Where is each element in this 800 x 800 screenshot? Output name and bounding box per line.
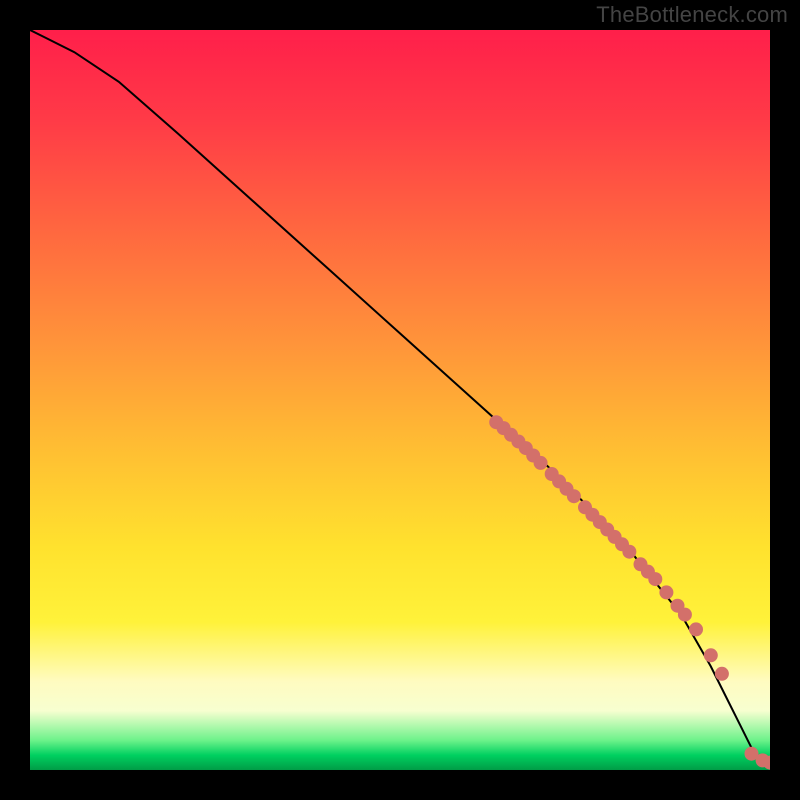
curve-line	[30, 30, 770, 763]
data-marker	[534, 456, 548, 470]
line-series	[30, 30, 770, 763]
data-marker	[704, 648, 718, 662]
data-marker	[659, 585, 673, 599]
watermark-text: TheBottleneck.com	[596, 2, 788, 28]
data-marker	[648, 572, 662, 586]
data-marker	[622, 545, 636, 559]
data-marker	[567, 489, 581, 503]
chart-frame: TheBottleneck.com	[0, 0, 800, 800]
data-marker	[715, 667, 729, 681]
data-marker	[689, 622, 703, 636]
plot-area	[30, 30, 770, 770]
chart-overlay	[30, 30, 770, 770]
marker-series	[489, 415, 770, 769]
data-marker	[678, 608, 692, 622]
